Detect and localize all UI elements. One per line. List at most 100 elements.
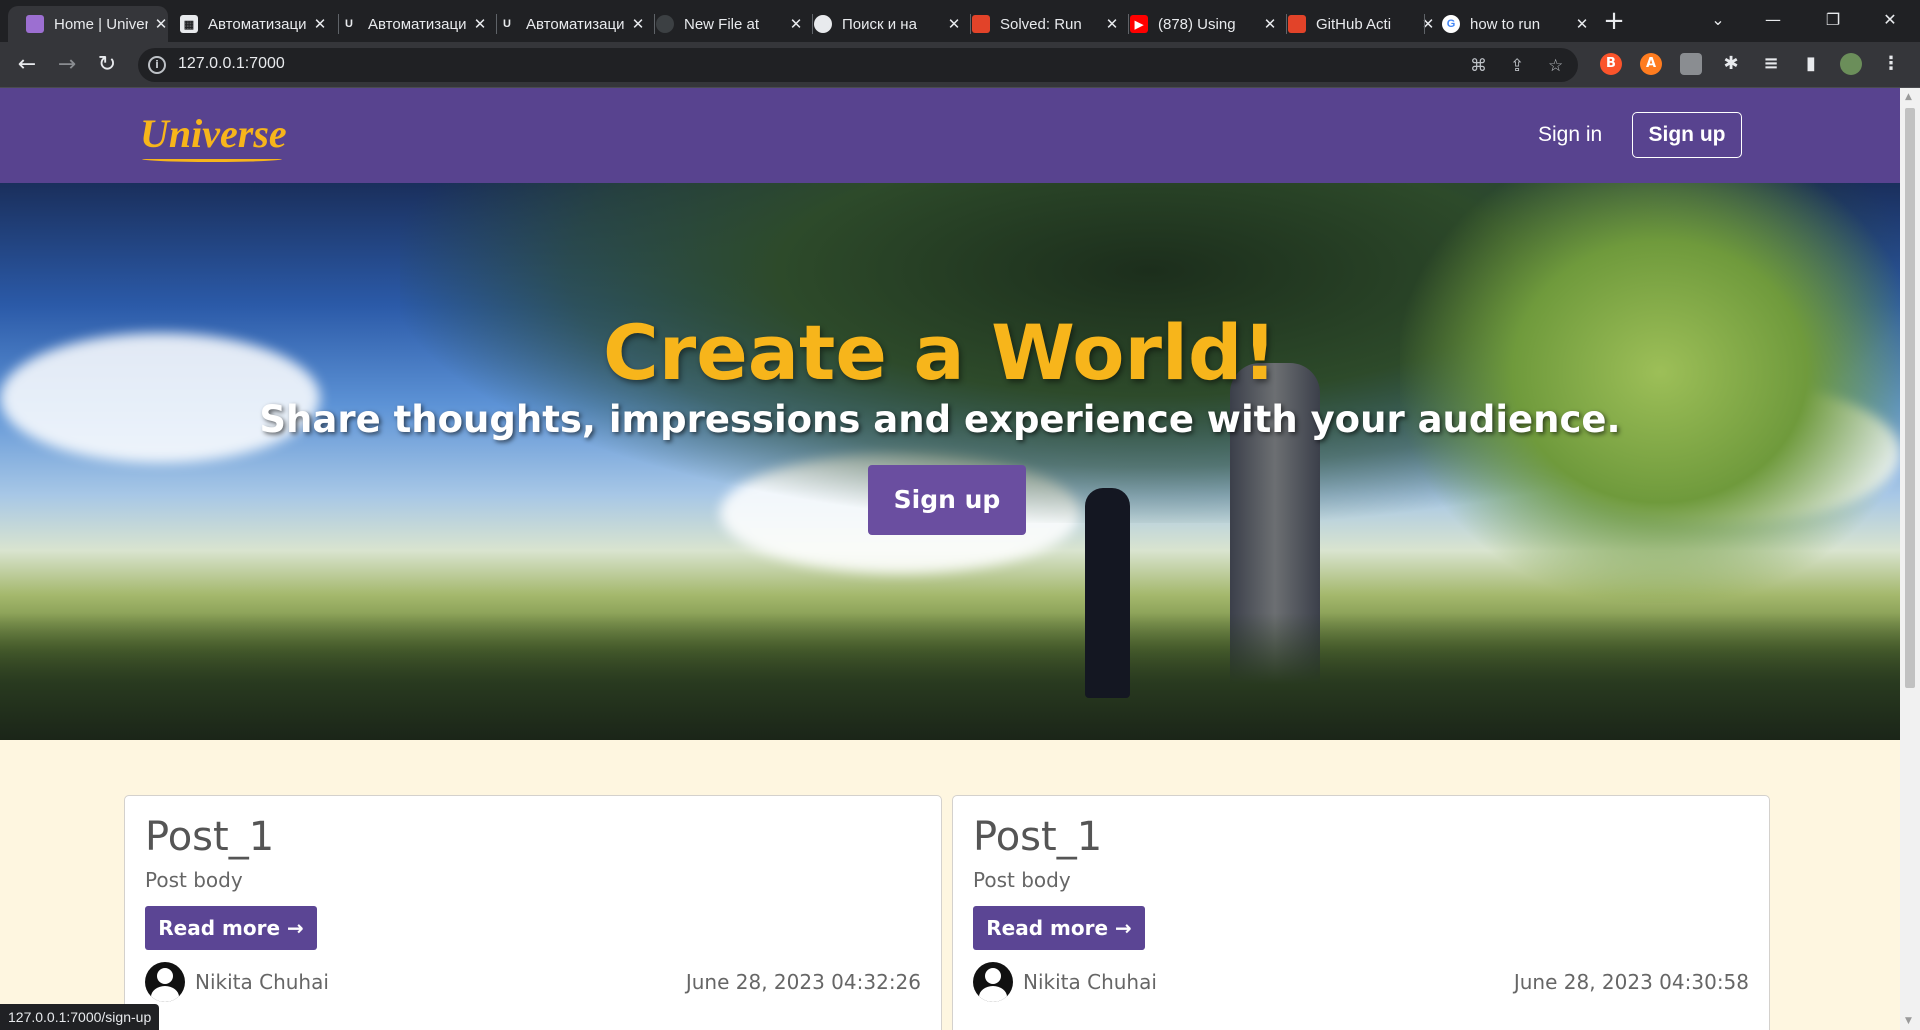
close-icon[interactable]: ✕ (1420, 15, 1436, 33)
umm-favicon-icon: U (503, 18, 511, 30)
tab-divider (654, 14, 655, 34)
tab-divider (496, 14, 497, 34)
forward-icon[interactable]: → (52, 50, 82, 80)
logo-swoosh (142, 156, 282, 162)
hero-title: Create a World! (602, 308, 1278, 397)
post-body: Post body (145, 868, 243, 892)
close-icon[interactable]: ✕ (154, 15, 168, 33)
tab-divider (1424, 14, 1425, 34)
posts-section: Post_1 Post body Read more → Nikita Chuh… (0, 740, 1900, 1030)
close-icon[interactable]: ✕ (1104, 15, 1120, 33)
browser-toolbar: ← → ↻ i 127.0.0.1:7000 ⌘ ⇪ ☆ B A ✱ ≡ ▮ ⋮ (0, 42, 1920, 88)
gitlab-favicon-icon (972, 15, 990, 33)
close-icon[interactable]: ✕ (312, 15, 328, 33)
post-body: Post body (973, 868, 1071, 892)
tab-9[interactable]: GitHub Acti ✕ (1288, 6, 1438, 42)
tab-divider (812, 14, 813, 34)
tab-3[interactable]: U Автоматизация ✕ (340, 6, 490, 42)
author-avatar (973, 962, 1013, 1002)
tab-title: (878) Using (1158, 15, 1236, 33)
page-scrollbar[interactable]: ▲ ▼ (1900, 88, 1920, 1030)
post-card: Post_1 Post body Read more → Nikita Chuh… (124, 795, 942, 1030)
hero-sign-up-button[interactable]: Sign up (868, 465, 1026, 535)
close-icon[interactable]: ✕ (788, 15, 804, 33)
tab-search-icon[interactable]: ⌄ (1690, 0, 1746, 40)
hero-banner: Create a World! Share thoughts, impressi… (0, 183, 1900, 740)
tab-title: Solved: Run (1000, 15, 1082, 33)
tab-title: Автоматизация (208, 15, 306, 33)
universe-favicon-icon (26, 15, 44, 33)
back-icon[interactable]: ← (12, 50, 42, 80)
close-icon[interactable]: ✕ (1262, 15, 1278, 33)
youtube-favicon-icon: ▶ (1130, 15, 1148, 33)
reload-icon[interactable]: ↻ (92, 50, 122, 80)
brave-shield-icon[interactable]: B (1600, 53, 1622, 75)
close-icon[interactable]: ✕ (946, 15, 962, 33)
media-control-icon[interactable]: ≡ (1760, 53, 1782, 75)
side-panel-icon[interactable]: ▮ (1800, 53, 1822, 75)
gitlab-favicon-icon (1288, 15, 1306, 33)
close-window-icon[interactable]: ✕ (1862, 0, 1918, 40)
translate-icon[interactable]: ⌘ (1470, 56, 1487, 76)
post-date: June 28, 2023 04:30:58 (1513, 970, 1749, 994)
minimize-icon[interactable]: — (1745, 0, 1801, 40)
author-avatar (145, 962, 185, 1002)
tab-10[interactable]: G how to run ✕ (1442, 6, 1592, 42)
address-bar[interactable]: i 127.0.0.1:7000 ⌘ ⇪ ☆ (138, 48, 1578, 82)
site-info-icon[interactable]: i (148, 56, 166, 74)
post-author: Nikita Chuhai (1023, 970, 1157, 994)
sign-in-link[interactable]: Sign in (1538, 123, 1602, 147)
profile-avatar-icon[interactable] (1840, 53, 1862, 75)
restore-icon[interactable]: ❐ (1805, 0, 1861, 40)
tab-divider (1128, 14, 1129, 34)
github-favicon-icon (656, 15, 674, 33)
tab-title: Поиск и на (842, 15, 917, 33)
share-icon[interactable]: ⇪ (1510, 56, 1524, 76)
scroll-up-icon[interactable]: ▲ (1905, 92, 1912, 102)
tab-title: Home | Universe (54, 15, 149, 33)
tab-title: Автоматизация (526, 15, 624, 33)
tab-divider (338, 14, 339, 34)
puzzle-icon[interactable]: ✱ (1720, 53, 1742, 75)
read-more-button[interactable]: Read more → (973, 906, 1145, 950)
scroll-down-icon[interactable]: ▼ (1905, 1016, 1912, 1026)
close-icon[interactable]: ✕ (630, 15, 646, 33)
menu-kebab-icon[interactable]: ⋮ (1880, 53, 1902, 75)
url-text: 127.0.0.1:7000 (178, 55, 285, 72)
close-icon[interactable]: ✕ (472, 15, 488, 33)
tab-8[interactable]: ▶ (878) Using ✕ (1130, 6, 1280, 42)
post-title: Post_1 (145, 814, 275, 860)
post-title: Post_1 (973, 814, 1103, 860)
tab-2[interactable]: ▦ Автоматизация ✕ (180, 6, 330, 42)
tab-6[interactable]: Поиск и на ✕ (814, 6, 964, 42)
status-bar-url: 127.0.0.1:7000/sign-up (0, 1004, 160, 1030)
post-card: Post_1 Post body Read more → Nikita Chuh… (952, 795, 1770, 1030)
tab-title: how to run (1470, 15, 1541, 33)
tab-4[interactable]: U Автоматизация ✕ (498, 6, 648, 42)
post-date: June 28, 2023 04:32:26 (685, 970, 921, 994)
doc-favicon-icon: ▦ (180, 15, 198, 33)
scrollbar-thumb[interactable] (1905, 108, 1915, 688)
tab-title: GitHub Acti (1316, 15, 1392, 33)
umm-favicon-icon: U (345, 18, 353, 30)
read-more-button[interactable]: Read more → (145, 906, 317, 950)
tab-7[interactable]: Solved: Run ✕ (972, 6, 1122, 42)
close-icon[interactable]: ✕ (1574, 15, 1590, 33)
new-tab-button[interactable]: + (1598, 6, 1630, 38)
tab-5[interactable]: New File at ✕ (656, 6, 806, 42)
extension-icon[interactable]: A (1640, 53, 1662, 75)
extension-2-icon[interactable] (1680, 53, 1702, 75)
tab-home-universe[interactable]: Home | Universe ✕ (8, 6, 168, 42)
site-navbar: Universe Sign in Sign up (0, 88, 1900, 183)
tab-divider (1286, 14, 1287, 34)
standing-figure (1085, 488, 1130, 698)
hero-subtitle: Share thoughts, impressions and experien… (259, 398, 1621, 441)
web-page: Universe Sign in Sign up Create a World!… (0, 88, 1900, 1030)
bookmark-star-icon[interactable]: ☆ (1548, 56, 1563, 76)
sign-up-button[interactable]: Sign up (1632, 112, 1742, 158)
ground (0, 613, 1900, 740)
tab-title: Автоматизация (368, 15, 466, 33)
github-favicon-icon (814, 15, 832, 33)
google-favicon-icon: G (1442, 15, 1460, 33)
site-logo[interactable]: Universe (140, 110, 287, 157)
